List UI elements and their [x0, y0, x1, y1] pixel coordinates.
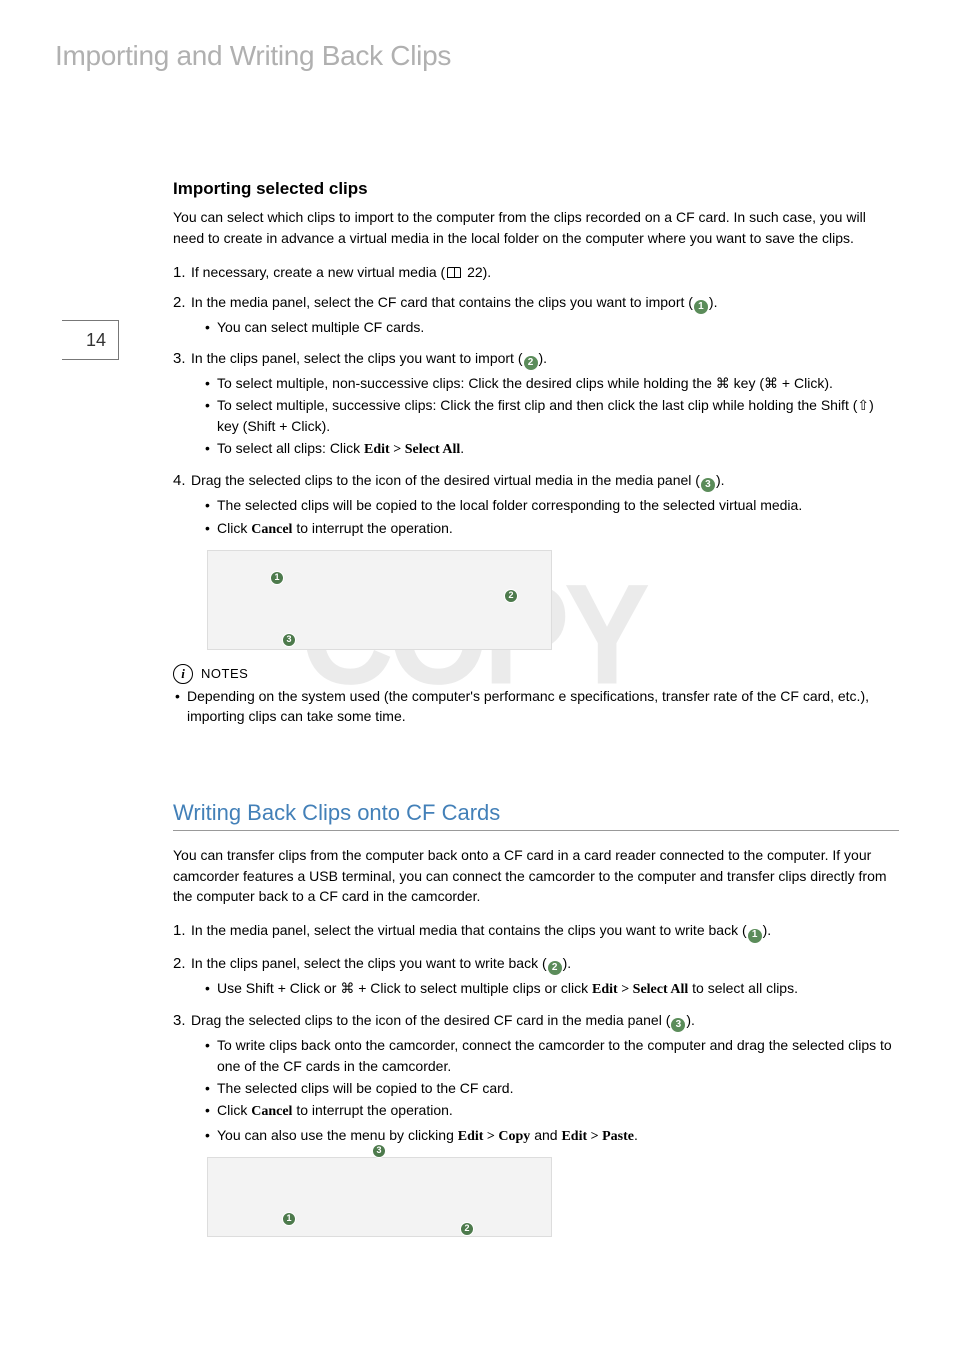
figure-callout-3: 3 — [372, 1144, 386, 1158]
s3s1b: key ( — [730, 375, 764, 391]
wb-step-3-text: Drag the selected clips to the icon of t… — [191, 1012, 670, 1028]
callout-1-icon: 1 — [748, 929, 762, 943]
step-3: In the clips panel, select the clips you… — [173, 348, 899, 460]
figure-callout-2: 2 — [460, 1222, 474, 1236]
wb-step-2-sublist: Use Shift + Click or ⌘ + Click to select… — [191, 978, 899, 1000]
cmd-key-icon: ⌘ — [340, 980, 354, 996]
importing-intro: You can select which clips to import to … — [173, 207, 899, 248]
s3s1c: + Click). — [778, 375, 833, 391]
cancel-label: Cancel — [251, 1104, 292, 1119]
step-1: If necessary, create a new virtual media… — [173, 262, 899, 282]
wb-step-3-sub-1: To write clips back onto the camcorder, … — [191, 1035, 899, 1076]
callout-3-icon: 3 — [671, 1018, 685, 1032]
cancel-label: Cancel — [251, 522, 292, 537]
wb-step-2: In the clips panel, select the clips you… — [173, 953, 899, 1001]
s3s1a: To select multiple, non-successive clips… — [217, 375, 716, 391]
wb-step-2-sub-1: Use Shift + Click or ⌘ + Click to select… — [191, 978, 899, 1000]
menu-edit-paste: Edit > Paste — [561, 1129, 634, 1144]
step-1-ref: 22). — [463, 264, 491, 280]
step-4: Drag the selected clips to the icon of t… — [173, 470, 899, 540]
figure-callout-2: 2 — [504, 589, 518, 603]
s3s3a: To select all clips: Click — [217, 440, 364, 456]
importing-steps: If necessary, create a new virtual media… — [173, 262, 899, 540]
step-4-sub-1: The selected clips will be copied to the… — [191, 495, 899, 515]
callout-1-icon: 1 — [694, 300, 708, 314]
s3s2a: To select multiple, successive clips: Cl… — [217, 397, 857, 413]
shift-key-icon: ⇧ — [857, 397, 869, 413]
step-2-text: In the media panel, select the CF card t… — [191, 294, 693, 310]
step-3-tail: ). — [539, 350, 548, 366]
chapter-title: Importing and Writing Back Clips — [55, 36, 899, 77]
importing-heading: Importing selected clips — [173, 177, 899, 202]
menu-edit-copy: Edit > Copy — [458, 1129, 531, 1144]
wb-step-1-text: In the media panel, select the virtual m… — [191, 922, 747, 938]
wb-step-3-sublist: To write clips back onto the camcorder, … — [191, 1035, 899, 1146]
wb-step-3-sub-4: You can also use the menu by clicking Ed… — [191, 1125, 899, 1147]
wb-step-3-tail: ). — [686, 1012, 695, 1028]
wb-step-2-tail: ). — [563, 955, 572, 971]
page-number: 14 — [62, 320, 119, 360]
wb-step-3-sub-3: Click Cancel to interrupt the operation. — [191, 1100, 899, 1122]
notes-label: NOTES — [201, 665, 248, 684]
writing-back-heading: Writing Back Clips onto CF Cards — [173, 797, 899, 832]
callout-2-icon: 2 — [548, 961, 562, 975]
note-1: Depending on the system used (the comput… — [173, 686, 899, 727]
step-2-sublist: You can select multiple CF cards. — [191, 317, 899, 337]
step-2-sub-1: You can select multiple CF cards. — [191, 317, 899, 337]
s3s3c: . — [460, 440, 464, 456]
step-4-text: Drag the selected clips to the icon of t… — [191, 472, 700, 488]
wbs2s1a: Use Shift + Click or — [217, 980, 340, 996]
wbs3s4a: You can also use the menu by clicking — [217, 1127, 458, 1143]
step-3-sub-1: To select multiple, non-successive clips… — [191, 373, 899, 393]
cmd-key-icon: ⌘ — [716, 375, 730, 391]
step-1-text: If necessary, create a new virtual media… — [191, 264, 445, 280]
info-icon: i — [173, 664, 193, 684]
figure-callout-1: 1 — [270, 571, 284, 585]
wb-step-2-text: In the clips panel, select the clips you… — [191, 955, 547, 971]
notes-list: Depending on the system used (the comput… — [173, 686, 899, 727]
writing-back-intro: You can transfer clips from the computer… — [173, 845, 899, 906]
wb-step-1: In the media panel, select the virtual m… — [173, 920, 899, 942]
manual-ref-icon — [447, 267, 461, 278]
wbs3s4e: . — [634, 1127, 638, 1143]
step-3-sublist: To select multiple, non-successive clips… — [191, 373, 899, 460]
cmd-key-icon: ⌘ — [764, 375, 778, 391]
importing-figure: 1 2 3 — [207, 550, 552, 650]
page-content: Importing selected clips You can select … — [173, 177, 899, 1237]
wb-step-3-sub-2: The selected clips will be copied to the… — [191, 1078, 899, 1098]
step-3-sub-2: To select multiple, successive clips: Cl… — [191, 395, 899, 436]
step-4-tail: ). — [716, 472, 725, 488]
callout-3-icon: 3 — [701, 478, 715, 492]
menu-edit-select-all: Edit > Select All — [364, 442, 460, 457]
step-3-text: In the clips panel, select the clips you… — [191, 350, 523, 366]
s4s2a: Click — [217, 520, 251, 536]
notes-header: i NOTES — [173, 664, 899, 684]
wbs2s1d: to select all clips. — [688, 980, 798, 996]
wbs3s3c: to interrupt the operation. — [292, 1102, 452, 1118]
step-4-sublist: The selected clips will be copied to the… — [191, 495, 899, 540]
menu-edit-select-all: Edit > Select All — [592, 982, 688, 997]
step-2-tail: ). — [709, 294, 718, 310]
figure-callout-1: 1 — [282, 1212, 296, 1226]
step-3-sub-3: To select all clips: Click Edit > Select… — [191, 438, 899, 460]
wb-step-3: Drag the selected clips to the icon of t… — [173, 1010, 899, 1147]
s4s2c: to interrupt the operation. — [292, 520, 452, 536]
wb-step-1-tail: ). — [763, 922, 772, 938]
figure-callout-3: 3 — [282, 633, 296, 647]
step-4-sub-2: Click Cancel to interrupt the operation. — [191, 518, 899, 540]
writing-back-figure: 3 1 2 — [207, 1157, 552, 1237]
wbs3s3a: Click — [217, 1102, 251, 1118]
writing-back-steps: In the media panel, select the virtual m… — [173, 920, 899, 1147]
wbs3s4c: and — [530, 1127, 561, 1143]
callout-2-icon: 2 — [524, 356, 538, 370]
step-2: In the media panel, select the CF card t… — [173, 292, 899, 338]
wbs2s1b: + Click to select multiple clips or clic… — [354, 980, 592, 996]
